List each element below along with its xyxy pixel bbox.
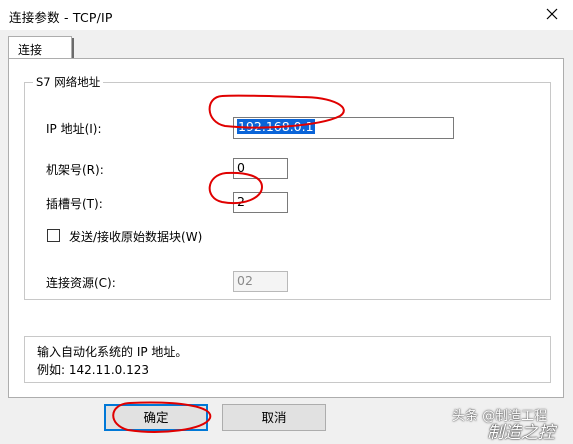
dialog-client-area: 连接 S7 网络地址 IP 地址(I): 192.168.0.1 机架号(R):… <box>0 30 573 444</box>
title-bar: 连接参数 - TCP/IP <box>0 0 573 30</box>
connection-resource-label: 连接资源(C): <box>46 276 116 290</box>
ip-address-field[interactable]: 192.168.0.1 <box>233 117 454 139</box>
raw-data-block-label: 发送/接收原始数据块(W) <box>69 230 203 244</box>
ip-label: IP 地址(I): <box>46 122 102 136</box>
watermark: 头条 @制造工程 制造之控 <box>452 404 567 443</box>
info-line-2: 例如: 142.11.0.123 <box>37 363 150 377</box>
tab-panel: S7 网络地址 IP 地址(I): 192.168.0.1 机架号(R): 0 … <box>8 58 564 398</box>
group-title: S7 网络地址 <box>33 74 104 90</box>
tab-connection-label: 连接 <box>18 43 43 57</box>
close-icon[interactable] <box>543 5 561 23</box>
info-box: 输入自动化系统的 IP 地址。 例如: 142.11.0.123 <box>24 336 551 383</box>
info-line-1: 输入自动化系统的 IP 地址。 <box>37 345 188 359</box>
cancel-button[interactable]: 取消 <box>222 404 326 431</box>
tab-connection[interactable]: 连接 <box>8 36 72 59</box>
rack-field[interactable]: 0 <box>233 158 288 179</box>
tab-shadow <box>72 38 74 59</box>
slot-field[interactable]: 2 <box>233 192 288 213</box>
connection-resource-field: 02 <box>233 271 288 292</box>
slot-label: 插槽号(T): <box>46 197 103 211</box>
rack-label: 机架号(R): <box>46 163 104 177</box>
ok-button[interactable]: 确定 <box>104 404 208 431</box>
network-address-group: S7 网络地址 IP 地址(I): 192.168.0.1 机架号(R): 0 … <box>24 74 551 300</box>
watermark-line-2: 制造之控 <box>487 423 555 443</box>
raw-data-block-checkbox[interactable] <box>47 229 60 242</box>
ip-address-selected-text: 192.168.0.1 <box>237 119 315 134</box>
window-title: 连接参数 - TCP/IP <box>9 10 113 25</box>
